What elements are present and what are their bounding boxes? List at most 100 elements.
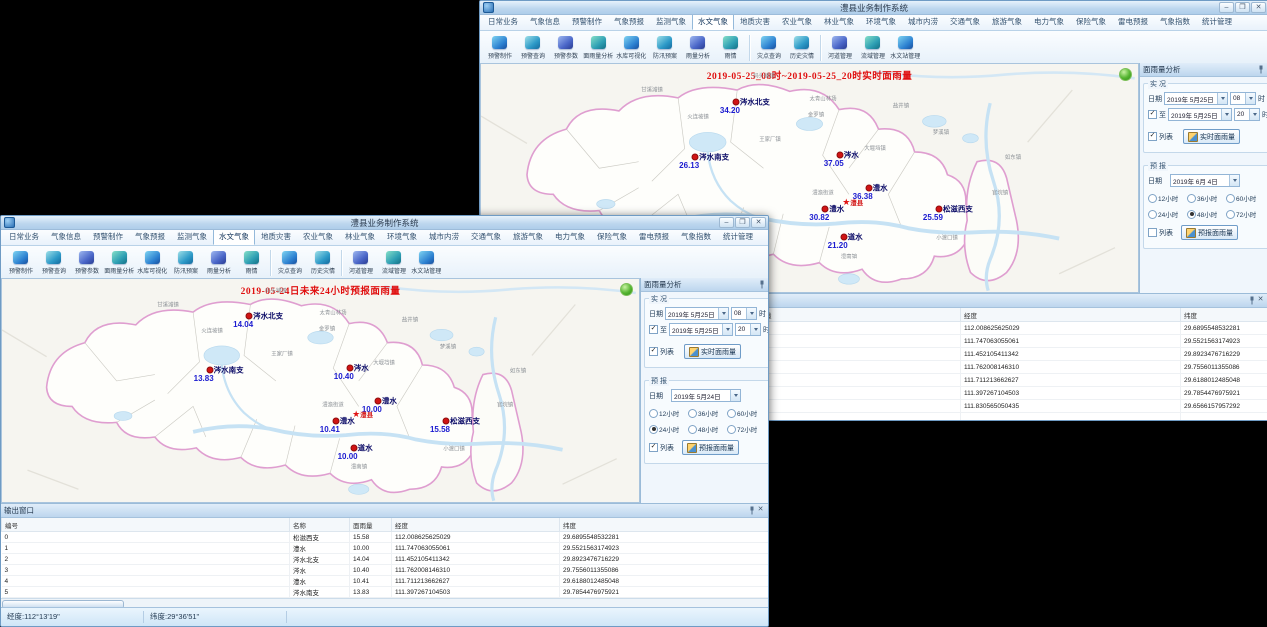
duration-option-72小时[interactable]: 72小时: [727, 424, 767, 434]
to-checkbox[interactable]: ✓: [649, 325, 658, 334]
radio-12小时[interactable]: [649, 409, 658, 418]
tool-水库可视化[interactable]: 水库可视化: [615, 36, 648, 60]
radio-24小时[interactable]: [1148, 210, 1157, 219]
duration-option-12小时[interactable]: 12小时: [1148, 193, 1185, 203]
tool-雨量分析[interactable]: 雨量分析: [202, 251, 235, 275]
tool-预警查询[interactable]: 预警查询: [37, 251, 70, 275]
table-row[interactable]: 3涔水10.40111.76200814631029.7556011355086: [2, 565, 769, 576]
radio-60小时[interactable]: [1226, 194, 1235, 203]
duration-option-12小时[interactable]: 12小时: [649, 408, 686, 418]
tab-雷电预报[interactable]: 雷电预报: [633, 228, 675, 245]
forecast-rainfall-button[interactable]: 预报面雨量: [682, 440, 739, 455]
radio-12小时[interactable]: [1148, 194, 1157, 203]
map-action-button[interactable]: [620, 283, 633, 296]
tab-水文气象[interactable]: 水文气象: [692, 13, 734, 30]
tool-水库可视化[interactable]: 水库可视化: [136, 251, 169, 275]
tab-电力气象[interactable]: 电力气象: [1028, 13, 1070, 30]
duration-option-24小时[interactable]: 24小时: [649, 424, 686, 434]
live-date-combo[interactable]: 2019年 5月25日: [665, 307, 729, 320]
tab-城市内涝[interactable]: 城市内涝: [902, 13, 944, 30]
tab-林业气象[interactable]: 林业气象: [818, 13, 860, 30]
tool-雨情[interactable]: 雨情: [714, 36, 747, 60]
radio-60小时[interactable]: [727, 409, 736, 418]
duration-option-24小时[interactable]: 24小时: [1148, 209, 1185, 219]
radio-72小时[interactable]: [727, 425, 736, 434]
table-row[interactable]: 1澧水10.00111.74706305506129.5521563174923: [2, 543, 769, 554]
radio-36小时[interactable]: [1187, 194, 1196, 203]
tool-预警参数[interactable]: 预警参数: [70, 251, 103, 275]
tool-面雨量分析[interactable]: 面雨量分析: [103, 251, 136, 275]
tab-电力气象[interactable]: 电力气象: [549, 228, 591, 245]
forecast-list-checkbox[interactable]: [1148, 228, 1157, 237]
tab-统计管理[interactable]: 统计管理: [1196, 13, 1238, 30]
tool-防汛预案[interactable]: 防汛预案: [648, 36, 681, 60]
pin-icon[interactable]: [1256, 65, 1265, 74]
table-row[interactable]: 0松滋西支15.58112.00862562502929.68955485322…: [2, 532, 769, 543]
tool-雨情[interactable]: 雨情: [235, 251, 268, 275]
tab-气象指数[interactable]: 气象指数: [675, 228, 717, 245]
tab-地质灾害[interactable]: 地质灾害: [255, 228, 297, 245]
forecast-list-checkbox[interactable]: ✓: [649, 443, 658, 452]
close-icon[interactable]: ✕: [1256, 296, 1265, 305]
maximize-button[interactable]: ❒: [1235, 2, 1250, 13]
live-list-checkbox[interactable]: ✓: [649, 347, 658, 356]
tool-面雨量分析[interactable]: 面雨量分析: [582, 36, 615, 60]
tab-雷电预报[interactable]: 雷电预报: [1112, 13, 1154, 30]
duration-option-60小时[interactable]: 60小时: [1226, 193, 1266, 203]
tab-水文气象[interactable]: 水文气象: [213, 228, 255, 245]
table-row[interactable]: 5涔水南支13.83111.39726710450329.78544769759…: [2, 587, 769, 598]
tab-保险气象[interactable]: 保险气象: [1070, 13, 1112, 30]
tab-气象信息[interactable]: 气象信息: [45, 228, 87, 245]
tab-农业气象[interactable]: 农业气象: [297, 228, 339, 245]
live-hour-combo[interactable]: 08: [1230, 92, 1256, 105]
tab-环境气象[interactable]: 环境气象: [381, 228, 423, 245]
tab-旅游气象[interactable]: 旅游气象: [507, 228, 549, 245]
tool-预警制作[interactable]: 预警制作: [4, 251, 37, 275]
tool-河道管理[interactable]: 河道管理: [344, 251, 377, 275]
close-button[interactable]: ✕: [1251, 2, 1266, 13]
minimize-button[interactable]: –: [1219, 2, 1234, 13]
duration-option-36小时[interactable]: 36小时: [1187, 193, 1224, 203]
tool-历史灾情[interactable]: 历史灾情: [785, 36, 818, 60]
tab-监测气象[interactable]: 监测气象: [650, 13, 692, 30]
tool-流域管理[interactable]: 流域管理: [856, 36, 889, 60]
pin-icon[interactable]: [747, 506, 756, 515]
live-date-combo[interactable]: 2019年 5月25日: [1164, 92, 1228, 105]
live-rainfall-button[interactable]: 实时面雨量: [1183, 129, 1240, 144]
pin-icon[interactable]: [757, 280, 766, 289]
close-button[interactable]: ✕: [751, 217, 766, 228]
tab-交通气象[interactable]: 交通气象: [465, 228, 507, 245]
tab-统计管理[interactable]: 统计管理: [717, 228, 759, 245]
tab-气象预报[interactable]: 气象预报: [129, 228, 171, 245]
tab-日常业务[interactable]: 日常业务: [3, 228, 45, 245]
close-icon[interactable]: ✕: [766, 280, 769, 289]
duration-option-72小时[interactable]: 72小时: [1226, 209, 1266, 219]
tool-预警参数[interactable]: 预警参数: [549, 36, 582, 60]
tool-河道管理[interactable]: 河道管理: [823, 36, 856, 60]
map-action-button[interactable]: [1119, 68, 1132, 81]
tool-雨量分析[interactable]: 雨量分析: [681, 36, 714, 60]
tab-日常业务[interactable]: 日常业务: [482, 13, 524, 30]
radio-36小时[interactable]: [688, 409, 697, 418]
live-to-date-combo[interactable]: 2019年 5月25日: [1168, 108, 1232, 121]
tab-气象预报[interactable]: 气象预报: [608, 13, 650, 30]
radio-72小时[interactable]: [1226, 210, 1235, 219]
tab-环境气象[interactable]: 环境气象: [860, 13, 902, 30]
tab-气象信息[interactable]: 气象信息: [524, 13, 566, 30]
live-hour-combo[interactable]: 08: [731, 307, 757, 320]
forecast-date-combo[interactable]: 2019年 6月 4日: [1170, 174, 1240, 187]
live-list-checkbox[interactable]: ✓: [1148, 132, 1157, 141]
tab-保险气象[interactable]: 保险气象: [591, 228, 633, 245]
tool-水文站管理[interactable]: 水文站管理: [889, 36, 922, 60]
table-row[interactable]: 4澧水10.41111.71121366262729.6188012485048: [2, 576, 769, 587]
tool-灾点查询[interactable]: 灾点查询: [752, 36, 785, 60]
radio-48小时[interactable]: [688, 425, 697, 434]
duration-option-48小时[interactable]: 48小时: [688, 424, 725, 434]
live-to-date-combo[interactable]: 2019年 5月25日: [669, 323, 733, 336]
tool-灾点查询[interactable]: 灾点查询: [273, 251, 306, 275]
radio-24小时[interactable]: [649, 425, 658, 434]
duration-option-48小时[interactable]: 48小时: [1187, 209, 1224, 219]
minimize-button[interactable]: –: [719, 217, 734, 228]
tool-流域管理[interactable]: 流域管理: [377, 251, 410, 275]
tab-气象指数[interactable]: 气象指数: [1154, 13, 1196, 30]
